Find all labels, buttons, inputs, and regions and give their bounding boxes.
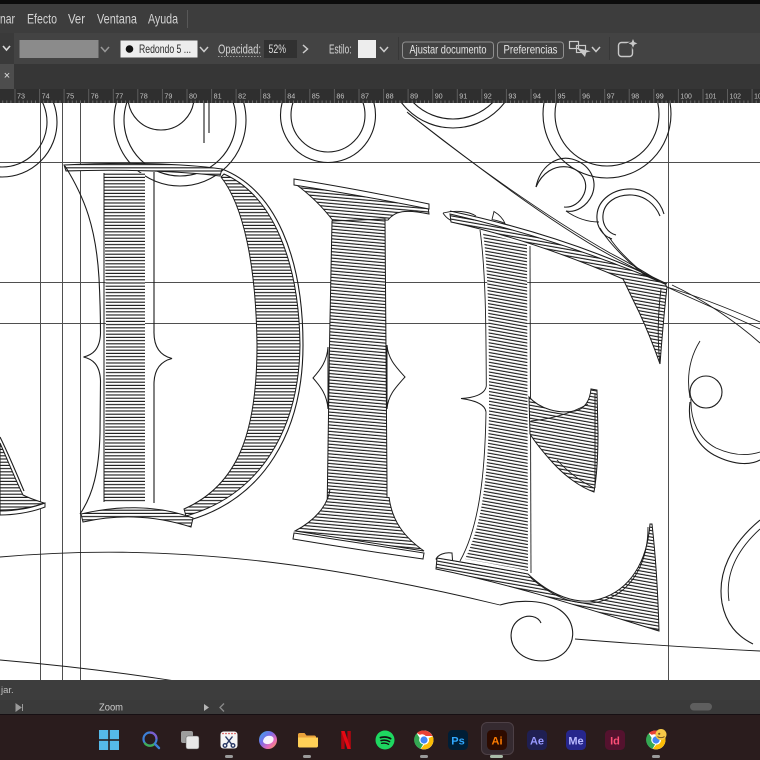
svg-text:84: 84 (287, 92, 295, 101)
svg-text:75: 75 (66, 92, 74, 101)
svg-text:78: 78 (140, 92, 148, 101)
svg-text:52%: 52% (269, 44, 287, 56)
svg-text:74: 74 (42, 92, 50, 101)
svg-text:94: 94 (533, 92, 541, 101)
svg-text:Redondo 5 ...: Redondo 5 ... (139, 42, 191, 56)
svg-text:Efecto: Efecto (27, 12, 57, 27)
svg-text:96: 96 (582, 92, 590, 101)
svg-text:82: 82 (238, 92, 246, 101)
svg-text:Estilo:: Estilo: (329, 43, 352, 57)
svg-text:97: 97 (607, 92, 615, 101)
svg-text:92: 92 (484, 92, 492, 101)
svg-text:Zoom: Zoom (99, 703, 123, 714)
svg-text:81: 81 (214, 92, 222, 101)
svg-text:86: 86 (336, 92, 344, 101)
svg-text:79: 79 (164, 92, 172, 101)
svg-text:101: 101 (705, 92, 717, 101)
svg-text:87: 87 (361, 92, 369, 101)
svg-text:89: 89 (410, 92, 418, 101)
svg-text:Id: Id (610, 736, 620, 748)
svg-text:91: 91 (459, 92, 467, 101)
svg-text:90: 90 (435, 92, 443, 101)
svg-text:Ai: Ai (492, 736, 503, 748)
svg-text:93: 93 (508, 92, 516, 101)
svg-text:nar: nar (0, 12, 15, 27)
svg-text:88: 88 (386, 92, 394, 101)
svg-text:Ae: Ae (530, 736, 544, 748)
svg-text:Ver: Ver (68, 12, 85, 27)
svg-text:76: 76 (91, 92, 99, 101)
svg-text:Ventana: Ventana (97, 12, 137, 27)
svg-text:83: 83 (263, 92, 271, 101)
svg-text:98: 98 (631, 92, 639, 101)
svg-text:80: 80 (189, 92, 197, 101)
svg-text:Opacidad:: Opacidad: (218, 43, 261, 57)
svg-text:Ps: Ps (451, 736, 464, 748)
svg-text:85: 85 (312, 92, 320, 101)
svg-text:102: 102 (730, 92, 742, 101)
svg-text:95: 95 (558, 92, 566, 101)
svg-text:Ajustar documento: Ajustar documento (410, 43, 487, 57)
svg-text:77: 77 (115, 92, 123, 101)
svg-text:Ayuda: Ayuda (148, 12, 178, 27)
svg-text:99: 99 (656, 92, 664, 101)
svg-text:73: 73 (17, 92, 25, 101)
svg-text:Me: Me (568, 736, 583, 748)
svg-text:Preferencias: Preferencias (504, 43, 558, 57)
svg-text:103: 103 (754, 92, 760, 101)
svg-text:100: 100 (680, 92, 692, 101)
